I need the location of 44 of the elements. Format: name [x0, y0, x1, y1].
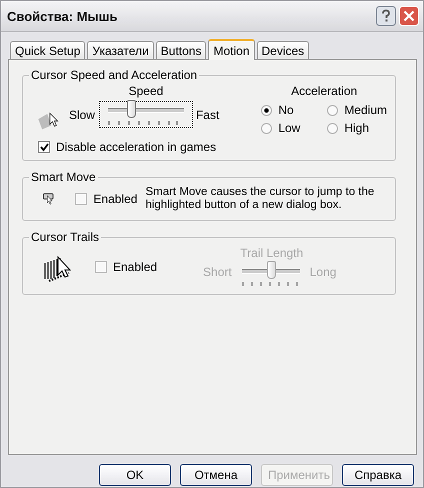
tab[interactable]: Devices — [256, 41, 310, 59]
description-text: Smart Move causes the cursor to jump to the highlighted button of a new dialog box. — [145, 186, 376, 212]
checkbox-label: Enabled — [93, 192, 138, 206]
trail-length-label: Trail Length — [240, 246, 304, 260]
radio-button[interactable] — [261, 122, 272, 134]
radio-option[interactable]: Low — [261, 121, 328, 135]
tab[interactable]: Motion — [208, 39, 254, 60]
short-label: Short — [203, 265, 232, 279]
checkbox-option[interactable]: Disable acceleration in games — [38, 140, 387, 154]
speed-label: Speed — [128, 84, 164, 98]
slider-thumb[interactable] — [126, 100, 136, 118]
help-icon[interactable] — [376, 6, 396, 26]
group-title: Cursor Trails — [30, 230, 100, 244]
close-icon[interactable] — [399, 6, 419, 26]
dialog-button[interactable]: OK — [99, 464, 171, 486]
window-title: Свойства: Мышь — [7, 8, 118, 24]
radio-option[interactable]: Medium — [327, 103, 387, 117]
tab[interactable]: Указатели — [87, 41, 154, 59]
checkbox[interactable] — [38, 141, 50, 153]
radio-button[interactable] — [261, 104, 272, 116]
fast-label: Fast — [196, 108, 220, 122]
group-title: Smart Move — [30, 170, 97, 184]
tab[interactable]: Buttons — [156, 41, 206, 59]
radio-button[interactable] — [327, 122, 338, 134]
checkbox[interactable] — [75, 193, 88, 205]
option-label: High — [344, 121, 369, 135]
tab[interactable]: Quick Setup — [10, 41, 86, 59]
option-label: Low — [278, 121, 300, 135]
checkbox-label: Enabled — [113, 260, 158, 274]
option-label: No — [278, 103, 294, 117]
radio-button[interactable] — [327, 104, 338, 116]
checkbox-option[interactable]: Enabled — [75, 192, 138, 206]
dialog-button[interactable]: Справка — [342, 464, 414, 486]
cursor-trail-icon — [43, 255, 73, 285]
acceleration-label: Acceleration — [290, 84, 358, 98]
radio-option[interactable]: High — [327, 121, 387, 135]
speed-slider[interactable] — [100, 102, 192, 127]
group-title: Cursor Speed and Acceleration — [30, 68, 198, 82]
dialog-button[interactable]: Отмена — [180, 464, 252, 486]
slow-label: Slow — [68, 108, 95, 122]
checkbox-label: Disable acceleration in games — [56, 140, 216, 154]
radio-option[interactable]: No — [261, 103, 328, 117]
long-label: Long — [310, 265, 336, 279]
option-label: Medium — [344, 103, 387, 117]
